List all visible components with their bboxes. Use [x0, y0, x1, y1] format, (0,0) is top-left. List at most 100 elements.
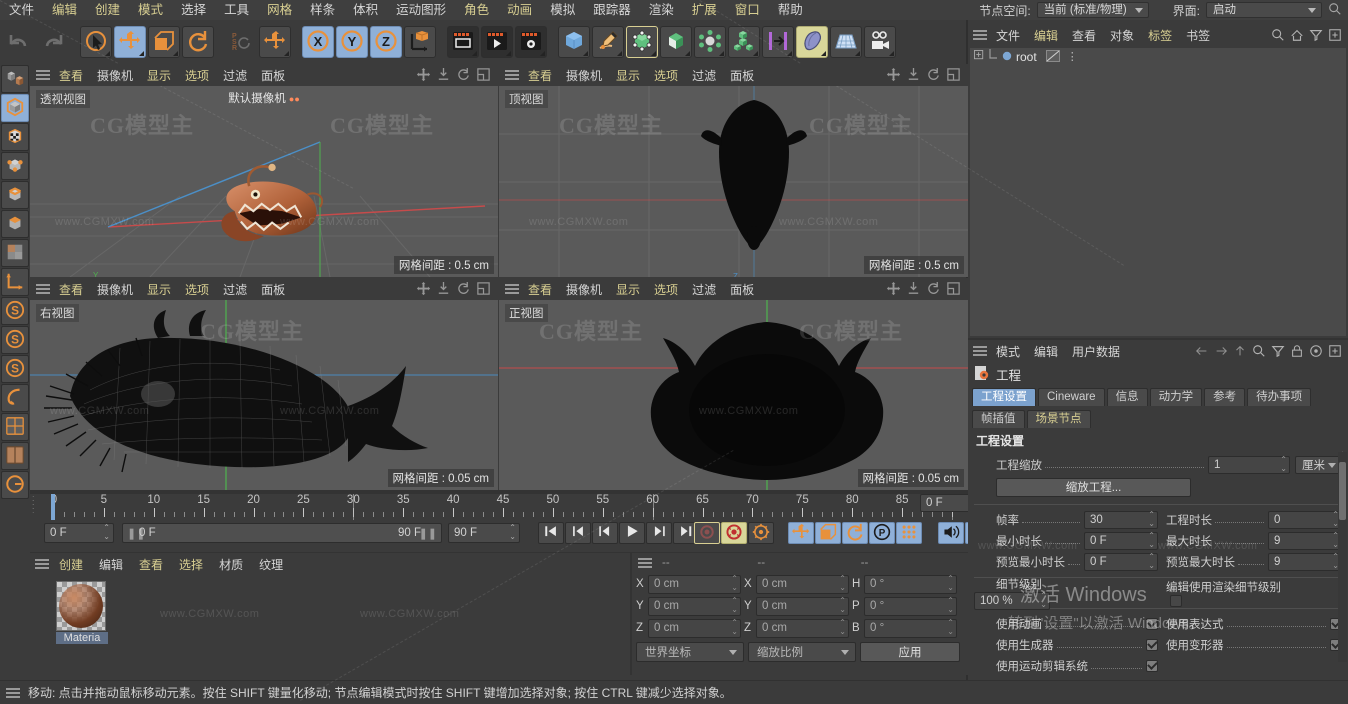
menu-item-11[interactable]: 动画 [498, 0, 541, 20]
vp-menu-display[interactable]: 显示 [609, 281, 647, 298]
menu-item-5[interactable]: 工具 [215, 0, 258, 20]
primitive-cube-button[interactable] [558, 26, 590, 58]
attr-tab-2[interactable]: 信息 [1106, 388, 1148, 406]
search-icon[interactable] [1252, 344, 1267, 359]
redo-button[interactable] [37, 26, 69, 58]
viewport-rotate-icon[interactable] [926, 67, 942, 83]
vp-menu-filter[interactable]: 过滤 [216, 281, 254, 298]
key-rotation-button[interactable] [842, 522, 868, 544]
mat-menu-texture[interactable]: 纹理 [251, 556, 291, 573]
vp-menu-panel[interactable]: 面板 [254, 281, 292, 298]
menu-item-8[interactable]: 体积 [344, 0, 387, 20]
floor-button[interactable] [830, 26, 862, 58]
target-icon[interactable] [1309, 344, 1324, 359]
vp-menu-options[interactable]: 选项 [178, 281, 216, 298]
object-tag-icon[interactable] [1045, 49, 1060, 65]
coord-rot-field[interactable]: 0 ° [864, 574, 957, 594]
obj-menu-edit[interactable]: 编辑 [1027, 27, 1065, 44]
autokey-button[interactable] [721, 522, 747, 544]
dropdown-corner-marker[interactable] [753, 51, 758, 56]
hamburger-icon[interactable] [503, 68, 521, 82]
tool-ruler[interactable] [1, 471, 29, 499]
viewport-zoom-icon[interactable] [906, 281, 922, 297]
viewport-rotate-icon[interactable] [456, 281, 472, 297]
dropdown-corner-marker[interactable] [787, 51, 792, 56]
mograph-button[interactable] [728, 26, 760, 58]
menu-item-16[interactable]: 窗口 [726, 0, 769, 20]
scrollbar-thumb[interactable] [1339, 462, 1346, 520]
vp-menu-display[interactable]: 显示 [140, 281, 178, 298]
coord-size-field[interactable]: 0 cm [756, 574, 849, 594]
move-tool[interactable] [114, 26, 146, 58]
key-position-button[interactable] [788, 522, 814, 544]
spline-pen-button[interactable] [592, 26, 624, 58]
current-frame-field[interactable]: 0 F [44, 523, 114, 543]
tool-polygon-mode[interactable] [1, 210, 29, 238]
vp-menu-options[interactable]: 选项 [647, 281, 685, 298]
coord-pos-field[interactable]: 0 cm [648, 618, 741, 638]
x-axis-lock-button[interactable]: X [302, 26, 334, 58]
object-tree[interactable]: root ⋮ [970, 48, 1346, 336]
dropdown-corner-marker[interactable] [506, 51, 511, 56]
scene-object-button[interactable] [796, 26, 828, 58]
viewport-right-canvas[interactable]: Z Y X 右视图 网格间距 : 0.05 cm CG模型主 www.CGMXW… [30, 300, 498, 490]
go-start-button[interactable] [565, 522, 591, 544]
viewport-zoom-icon[interactable] [906, 67, 922, 83]
vp-menu-camera[interactable]: 摄像机 [90, 67, 140, 84]
vp-menu-filter[interactable]: 过滤 [685, 67, 723, 84]
record-key-button[interactable] [694, 522, 720, 544]
field-button[interactable] [762, 26, 794, 58]
render-region-button[interactable] [481, 26, 513, 58]
layout-dropdown[interactable]: 启动 [1206, 2, 1322, 18]
coord-size-field[interactable]: 0 cm [756, 596, 849, 616]
tool-snap-s3[interactable]: S [1, 355, 29, 383]
tool-edge-mode[interactable] [1, 181, 29, 209]
coord-rot-field[interactable]: 0 ° [864, 596, 957, 616]
forward-arrow-icon[interactable] [1214, 344, 1229, 359]
attr-tab-5[interactable]: 待办事项 [1247, 388, 1312, 406]
vp-menu-options[interactable]: 选项 [647, 67, 685, 84]
lod-field[interactable]: 100 % [974, 591, 1050, 610]
tool-workplane[interactable] [1, 384, 29, 412]
viewport-pan-icon[interactable] [416, 281, 432, 297]
tool-viewport-solo[interactable] [1, 413, 29, 441]
attr-value-field[interactable]: 30 [1084, 510, 1158, 529]
obj-menu-bookmark[interactable]: 书签 [1179, 27, 1217, 44]
tool-snap-s2[interactable]: S [1, 326, 29, 354]
dropdown-corner-marker[interactable] [719, 51, 724, 56]
vp-menu-options[interactable]: 选项 [178, 67, 216, 84]
attr-value-field-2[interactable]: 9 [1268, 531, 1342, 550]
play-button[interactable] [619, 522, 645, 544]
hamburger-icon[interactable] [34, 68, 52, 82]
tool-uv-mode[interactable] [1, 239, 29, 267]
goto-start-button[interactable] [538, 522, 564, 544]
menu-item-17[interactable]: 帮助 [769, 0, 812, 20]
coord-rot-field[interactable]: 0 ° [864, 618, 957, 638]
hamburger-icon[interactable] [636, 556, 654, 570]
dropdown-corner-marker[interactable] [540, 51, 545, 56]
range-grip-right[interactable]: ❚❚ [419, 527, 437, 540]
timeline-ruler[interactable]: 051015202530354045505560657075808590 [44, 494, 968, 520]
tool-texture-mode[interactable] [1, 123, 29, 151]
viewport-zoom-icon[interactable] [436, 67, 452, 83]
attr-menu-edit[interactable]: 编辑 [1027, 343, 1065, 360]
key-pla-button[interactable] [896, 522, 922, 544]
add-panel-icon[interactable] [1328, 28, 1343, 43]
filter-icon[interactable] [1309, 28, 1324, 43]
obj-menu-object[interactable]: 对象 [1103, 27, 1141, 44]
menu-item-13[interactable]: 跟踪器 [584, 0, 640, 20]
menu-item-14[interactable]: 渲染 [640, 0, 683, 20]
vp-menu-view[interactable]: 查看 [52, 67, 90, 84]
hamburger-icon[interactable] [971, 28, 989, 42]
viewport-rotate-icon[interactable] [926, 281, 942, 297]
rotate-tool[interactable] [182, 26, 214, 58]
mat-menu-create[interactable]: 创建 [51, 556, 91, 573]
psr-lock-button[interactable]: PSR [225, 26, 257, 58]
hamburger-icon[interactable] [503, 282, 521, 296]
menu-item-2[interactable]: 创建 [86, 0, 129, 20]
scale-tool[interactable] [148, 26, 180, 58]
viewport-front[interactable]: 查看 摄像机 显示 选项 过滤 面板 正视图 网格间距: 0.05 cm [499, 278, 968, 490]
attr-menu-mode[interactable]: 模式 [989, 343, 1027, 360]
attr-tab-0[interactable]: 工程设置 [972, 388, 1036, 406]
attr-value-field-2[interactable]: 0 [1268, 510, 1342, 529]
